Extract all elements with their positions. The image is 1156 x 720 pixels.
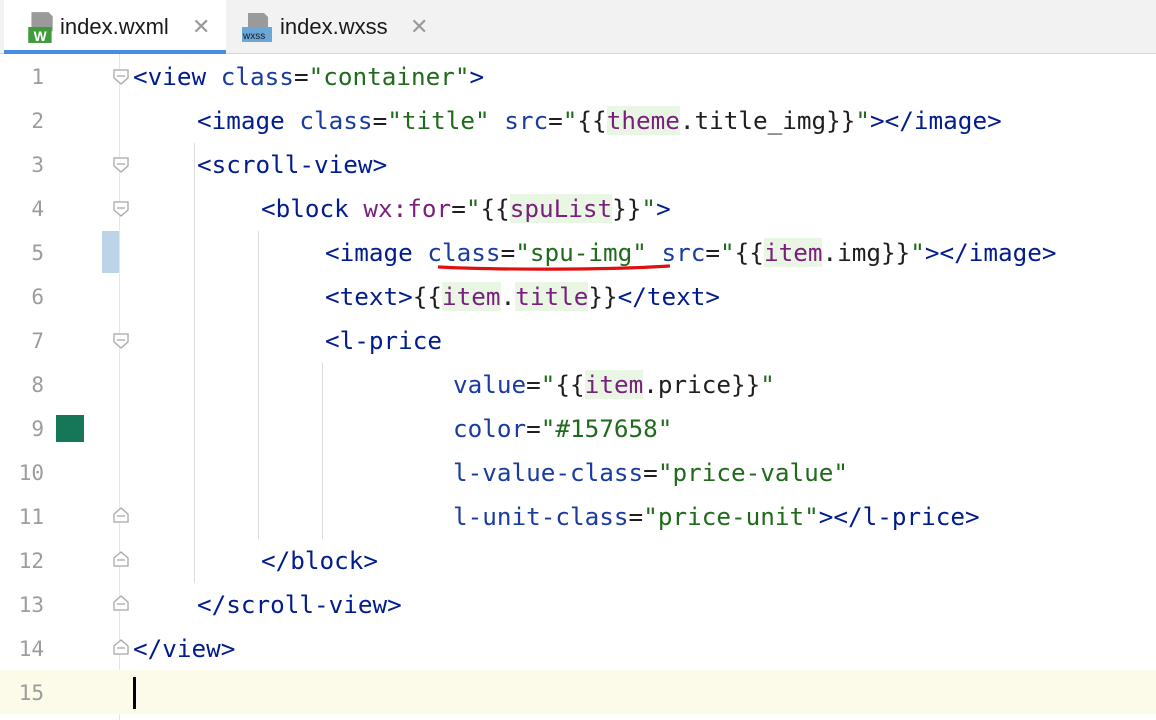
close-icon[interactable]: ✕ <box>410 14 428 40</box>
line-number: 15 <box>18 681 44 705</box>
line-number: 1 <box>31 65 44 89</box>
indent-guide <box>322 363 323 539</box>
fold-open-icon[interactable] <box>112 332 130 350</box>
red-underline-annotation <box>438 264 670 271</box>
svg-text:W: W <box>34 28 48 44</box>
line-number: 4 <box>31 197 44 221</box>
line-number: 13 <box>18 593 44 617</box>
tab-index-wxss[interactable]: wxss index.wxss ✕ <box>226 0 442 53</box>
svg-text:wxss: wxss <box>242 31 265 42</box>
code-line-6: <text>{{item.title}}</text> <box>325 282 721 311</box>
fold-close-icon[interactable] <box>112 550 130 568</box>
code-line-9: color="#157658" <box>453 414 673 443</box>
code-line-10: l-value-class="price-value" <box>453 458 848 487</box>
wxml-file-icon: W <box>28 12 53 44</box>
code-line-1: <view class="container"> <box>133 62 485 91</box>
tab-label: index.wxml <box>60 13 169 39</box>
code-line-12: </block> <box>261 546 379 575</box>
indent-guide <box>258 231 259 539</box>
fold-open-icon[interactable] <box>112 156 130 174</box>
line-number: 3 <box>31 153 44 177</box>
line-number: 14 <box>18 637 44 661</box>
vcs-change-marker[interactable] <box>102 231 119 273</box>
line-number: 12 <box>18 549 44 573</box>
wxss-file-icon: wxss <box>242 13 272 42</box>
tab-label: index.wxss <box>280 13 388 39</box>
line-number: 10 <box>18 461 44 485</box>
text-caret <box>133 677 136 709</box>
code-line-7: <l-price <box>325 326 443 355</box>
code-line-13: </scroll-view> <box>197 590 402 619</box>
code-line-4: <block wx:for="{{spuList}}"> <box>261 194 671 223</box>
code-line-11: l-unit-class="price-unit"></l-price> <box>453 502 980 531</box>
line-number: 7 <box>31 329 44 353</box>
indent-guide <box>194 143 195 583</box>
fold-close-icon[interactable] <box>112 506 130 524</box>
current-line-highlight <box>0 670 1156 714</box>
fold-close-icon[interactable] <box>112 638 130 656</box>
color-preview-swatch[interactable] <box>56 415 84 442</box>
line-number: 2 <box>31 109 44 133</box>
fold-open-icon[interactable] <box>112 68 130 86</box>
line-number: 8 <box>31 373 44 397</box>
code-line-8: value="{{item.price}}" <box>453 370 775 399</box>
line-number: 11 <box>18 505 44 529</box>
tab-index-wxml[interactable]: W index.wxml ✕ <box>4 0 226 54</box>
code-line-3: <scroll-view> <box>197 150 388 179</box>
fold-close-icon[interactable] <box>112 594 130 612</box>
editor-tab-bar: W index.wxml ✕ wxss index.wxss ✕ <box>0 0 1156 54</box>
line-number: 6 <box>31 285 44 309</box>
line-number: 9 <box>31 417 44 441</box>
code-line-14: </view> <box>133 634 236 663</box>
close-icon[interactable]: ✕ <box>192 14 210 40</box>
code-line-5: <image class="spu-img" src="{{item.img}}… <box>325 238 1057 267</box>
code-line-2: <image class="title" src="{{theme.title_… <box>197 106 1002 135</box>
line-number: 5 <box>31 241 44 265</box>
fold-open-icon[interactable] <box>112 200 130 218</box>
